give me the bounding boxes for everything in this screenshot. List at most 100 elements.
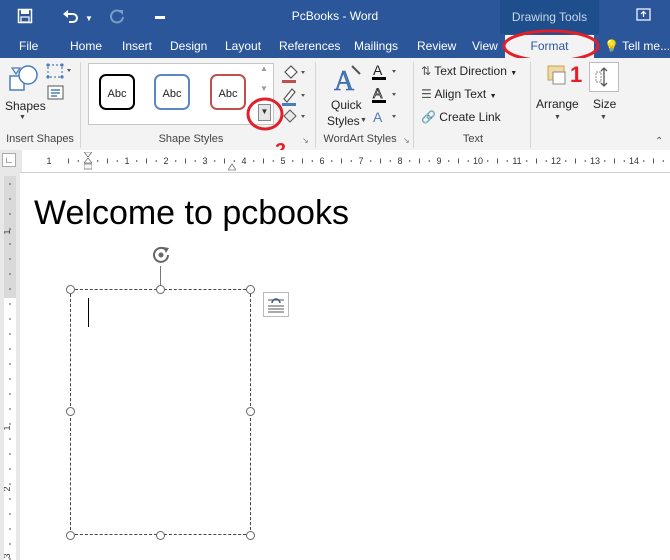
shapes-button[interactable] — [6, 64, 42, 96]
chevron-down-icon: ▼ — [260, 84, 268, 93]
shapes-icon — [9, 65, 38, 91]
annotation-step-1: 1 — [570, 62, 583, 87]
ruler-number: 12 — [551, 156, 561, 166]
text-box-button[interactable] — [47, 85, 65, 101]
resize-handle-left[interactable] — [66, 407, 75, 416]
arrange-button[interactable] — [540, 62, 572, 92]
edit-shape-icon — [46, 63, 71, 79]
chevron-down-icon: ▼ — [600, 114, 607, 121]
tab-review[interactable]: Review — [417, 34, 456, 58]
collapse-ribbon-button[interactable]: ⌃ — [655, 136, 663, 147]
edit-shape-button[interactable] — [46, 62, 74, 80]
tab-insert[interactable]: Insert — [122, 34, 152, 58]
tab-view[interactable]: View — [472, 34, 498, 58]
group-label-text: Text — [462, 133, 484, 145]
tab-home[interactable]: Home — [70, 34, 102, 58]
chevron-down-icon: ▼ — [554, 114, 561, 121]
ribbon-display-options-button[interactable] — [636, 8, 652, 22]
quick-styles-icon: A — [334, 65, 361, 97]
ruler-number: 1 — [124, 156, 129, 166]
ruler-number: 10 — [473, 156, 483, 166]
text-fill-icon: A — [372, 62, 396, 80]
group-separator — [530, 62, 531, 148]
align-text-button[interactable]: ☰ Align Text ▼ — [421, 87, 497, 101]
text-direction-button[interactable]: ⇅ Text Direction ▼ — [421, 64, 517, 78]
resize-handle-top-left[interactable] — [66, 285, 75, 294]
layout-options-button[interactable] — [263, 292, 289, 317]
resize-handle-top-right[interactable] — [246, 285, 255, 294]
paint-bucket-icon — [282, 65, 305, 83]
shape-style-thumb-1[interactable]: Abc — [99, 74, 135, 110]
text-box-shape[interactable] — [70, 289, 251, 535]
ruler-number: 14 — [629, 156, 639, 166]
resize-handle-bottom-right[interactable] — [246, 531, 255, 540]
group-separator — [80, 62, 81, 148]
ruler-number: 6 — [319, 156, 324, 166]
chevron-down-icon: ▼ — [489, 93, 497, 100]
resize-handle-bottom-left[interactable] — [66, 531, 75, 540]
tab-layout[interactable]: Layout — [225, 34, 261, 58]
shape-style-thumb-2[interactable]: Abc — [154, 74, 190, 110]
text-effects-icon: A — [373, 109, 396, 125]
resize-handle-bottom[interactable] — [156, 531, 165, 540]
tab-design[interactable]: Design — [170, 34, 207, 58]
tab-references[interactable]: References — [279, 34, 340, 58]
tell-me-box[interactable]: 💡 Tell me... — [604, 34, 670, 58]
dialog-launcher-icon[interactable]: ↘ — [403, 136, 410, 145]
document-heading[interactable]: Welcome to pcbooks — [34, 194, 349, 233]
indent-marker[interactable] — [83, 151, 93, 170]
ruler-ticks: 1 1 2 3 4 5 6 7 8 9 10 11 12 13 14 — [46, 156, 664, 166]
ruler-number: 2 — [163, 156, 168, 166]
gallery-scroll-up[interactable]: ▲ — [257, 64, 271, 82]
align-text-icon: ☰ — [421, 87, 432, 101]
tab-file[interactable]: File — [19, 34, 38, 58]
svg-text:A: A — [373, 85, 383, 101]
text-fill-button[interactable]: A — [370, 62, 402, 82]
chevron-down-icon: ▼ — [510, 70, 518, 77]
text-direction-label: Text Direction — [434, 64, 507, 78]
svg-text:A: A — [373, 109, 383, 125]
chevron-down-icon: ▼ — [19, 114, 26, 121]
align-text-label: Align Text — [434, 87, 487, 101]
group-separator — [413, 62, 414, 148]
text-effects-button[interactable]: A — [370, 107, 402, 127]
rotation-handle[interactable] — [149, 244, 173, 266]
group-separator — [315, 62, 316, 148]
text-box-icon — [47, 85, 64, 100]
ribbon-display-icon — [636, 8, 651, 21]
right-indent-icon — [227, 163, 237, 171]
quick-styles-button[interactable]: A — [330, 62, 364, 97]
ruler-number: 9 — [436, 156, 441, 166]
resize-handle-top[interactable] — [156, 285, 165, 294]
tab-mailings[interactable]: Mailings — [354, 34, 398, 58]
ruler-number: 3 — [4, 553, 12, 558]
size-button[interactable] — [589, 62, 619, 92]
ruler-number: 1 — [46, 156, 51, 166]
ruler-number: 4 — [241, 156, 246, 166]
resize-handle-right[interactable] — [246, 407, 255, 416]
shape-fill-button[interactable] — [280, 62, 308, 84]
ruler-number: 1 — [4, 229, 12, 234]
create-link-label: Create Link — [439, 110, 501, 124]
dialog-launcher-icon[interactable]: ↘ — [302, 136, 309, 145]
layout-options-icon — [268, 298, 284, 313]
chevron-up-icon: ▲ — [260, 64, 268, 73]
ruler-number: 5 — [280, 156, 285, 166]
tell-me-label: Tell me... — [622, 39, 670, 53]
right-indent-marker[interactable] — [227, 160, 237, 171]
rotate-icon — [153, 246, 169, 263]
ruler-number: 2 — [4, 486, 12, 491]
group-label-wordart-styles: WordArt Styles — [323, 133, 397, 145]
rotation-stem — [160, 266, 161, 286]
create-link-button[interactable]: 🔗 Create Link — [421, 110, 501, 124]
quick-styles-label-1: Quick — [331, 98, 362, 112]
text-outline-icon: A — [372, 85, 396, 103]
chevron-down-icon: ▼ — [360, 117, 367, 124]
vertical-ruler-ticks: 1 1 2 3 — [4, 183, 12, 560]
svg-text:A: A — [373, 62, 383, 78]
text-outline-button[interactable]: A — [370, 85, 402, 105]
tab-selector[interactable]: ∟ — [2, 153, 16, 167]
shape-style-thumb-3[interactable]: Abc — [210, 74, 246, 110]
size-label: Size — [593, 97, 617, 111]
tab-stop-icon: ∟ — [4, 155, 14, 165]
